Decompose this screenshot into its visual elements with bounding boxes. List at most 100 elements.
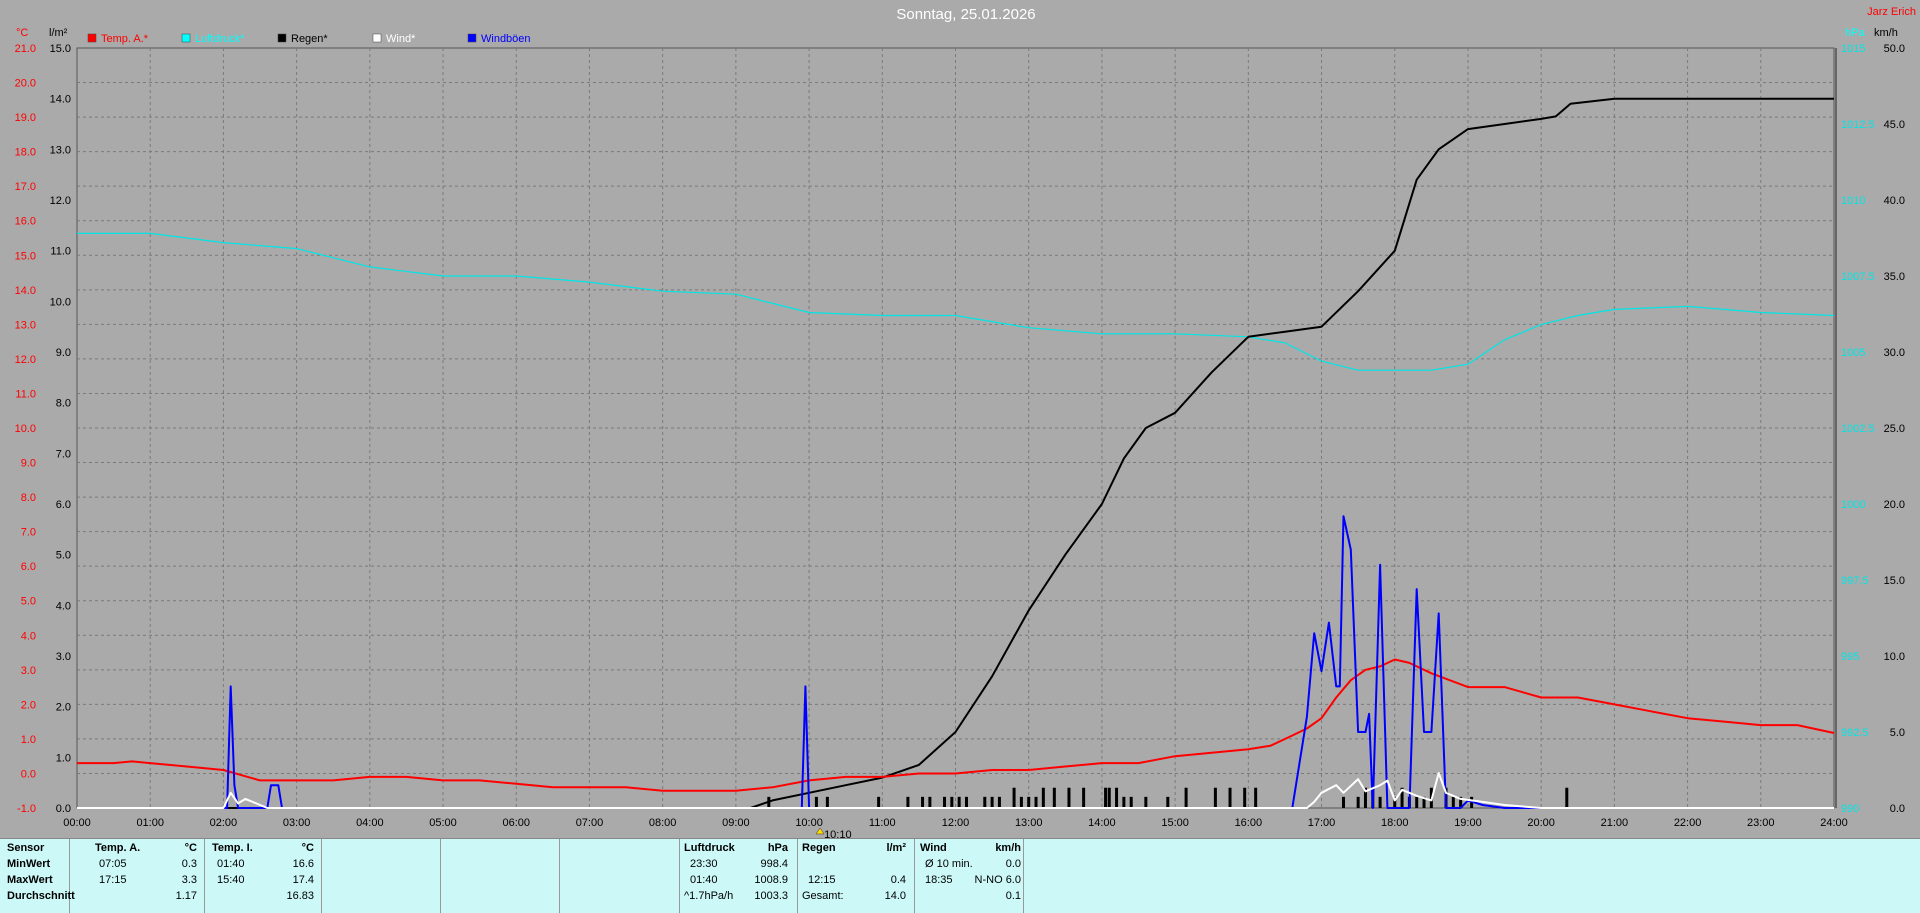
x-tick-label: 18:00 (1381, 817, 1409, 829)
rain-bar (1243, 787, 1247, 808)
legend-swatch (372, 33, 382, 43)
temp-a-min-time: 07:05 (99, 858, 127, 870)
wind-tick-label: 35.0 (1884, 271, 1905, 283)
temp-a-max-val: 3.3 (181, 874, 197, 886)
row-label-max: MaxWert (7, 874, 53, 886)
rain-bar (1415, 796, 1419, 808)
temp-i-avg: 16.83 (286, 890, 314, 902)
temp-i-column: Temp. I. °C 01:40 16.6 15:40 17.4 16.83 (205, 839, 322, 913)
temp-unit-label: °C (16, 27, 28, 39)
pressure-tick-label: 1012.5 (1841, 119, 1875, 131)
legend-label: Regen* (291, 33, 328, 45)
wind-avg: 0.1 (1005, 890, 1021, 902)
rain-bar (1378, 796, 1382, 808)
regen-column: Regen l/m² 12:15 0.4 Gesamt: 14.0 (798, 839, 915, 913)
legend-label: Luftdruck* (195, 33, 245, 45)
pressure-tick-label: 1000 (1841, 499, 1865, 511)
wind-max-val: N-NO 6.0 (974, 874, 1021, 886)
rain-bar (1034, 796, 1038, 808)
pressure-tick-label: 1007.5 (1841, 271, 1875, 283)
rain-max-time: 12:15 (808, 874, 836, 886)
temp-i-max-time: 15:40 (217, 874, 245, 886)
sensor-column: Sensor MinWert MaxWert Durchschnitt (0, 839, 75, 913)
rain-bar (1027, 796, 1031, 808)
weather-chart: Sonntag, 25.01.2026 Jarz Erich °C l/m² h… (15, 6, 1916, 838)
rain-bar (1129, 796, 1133, 808)
legend-swatch (467, 33, 477, 43)
pressure-title: Luftdruck (684, 842, 735, 854)
rain-tick-label: 0.0 (56, 803, 71, 815)
x-tick-label: 22:00 (1674, 817, 1702, 829)
rain-bar (983, 796, 987, 808)
rain-bar (1184, 787, 1188, 808)
rain-bar (1122, 796, 1126, 808)
row-label-min: MinWert (7, 858, 51, 870)
rain-bar (1052, 787, 1056, 808)
rain-bar (877, 796, 881, 808)
legend-label: Wind* (386, 33, 416, 45)
x-tick-label: 12:00 (942, 817, 970, 829)
legend-label: Windböen (481, 33, 531, 45)
rain-bar (1254, 787, 1258, 808)
rain-bar (1342, 796, 1346, 808)
temp-a-min-val: 0.3 (181, 858, 197, 870)
x-tick-label: 10:00 (795, 817, 823, 829)
wind-tick-label: 50.0 (1884, 43, 1905, 55)
rain-bar (1213, 787, 1217, 808)
temp-tick-label: 13.0 (15, 319, 36, 331)
x-tick-label: 19:00 (1454, 817, 1482, 829)
x-tick-label: 05:00 (429, 817, 457, 829)
pressure-max-time: 01:40 (690, 874, 718, 886)
pressure-min-val: 998.4 (760, 858, 788, 870)
temp-tick-label: 3.0 (21, 665, 36, 677)
pressure-tick-label: 992.5 (1841, 727, 1869, 739)
wind-tick-label: 5.0 (1890, 727, 1905, 739)
x-tick-label: 08:00 (649, 817, 677, 829)
pressure-trend: ^1.7hPa/h (684, 890, 734, 902)
temp-tick-label: 6.0 (21, 561, 36, 573)
legend-label: Temp. A.* (101, 33, 149, 45)
rain-bar (1041, 787, 1045, 808)
temp-tick-label: 17.0 (15, 181, 36, 193)
x-axis-ticks: 00:00 01:00 02:00 03:00 04:00 05:00 06:00 07:00… (63, 817, 1848, 829)
temp-tick-label: 7.0 (21, 527, 36, 539)
wind-tick-label: 45.0 (1884, 119, 1905, 131)
temp-i-max-val: 17.4 (292, 874, 314, 886)
rain-bar (957, 796, 961, 808)
rain-bar (943, 796, 947, 808)
temp-tick-label: 15.0 (15, 250, 36, 262)
rain-bar (964, 796, 968, 808)
rain-tick-label: 13.0 (50, 144, 71, 156)
x-tick-label: 14:00 (1088, 817, 1116, 829)
x-tick-label: 17:00 (1308, 817, 1336, 829)
temp-tick-label: 10.0 (15, 423, 36, 435)
x-tick-label: 02:00 (210, 817, 238, 829)
wind-tick-label: 20.0 (1884, 499, 1905, 511)
pressure-tick-label: 1005 (1841, 347, 1865, 359)
temp-tick-label: 18.0 (15, 147, 36, 159)
rain-bar (928, 796, 932, 808)
rain-tick-label: 3.0 (56, 651, 71, 663)
pressure-tick-label: 997.5 (1841, 575, 1869, 587)
rain-bar (814, 796, 818, 808)
rain-bar (950, 796, 954, 808)
rain-bar (1451, 796, 1455, 808)
legend-swatch (87, 33, 97, 43)
wind-avg-val: 0.0 (1005, 858, 1021, 870)
temp-tick-label: 2.0 (21, 699, 36, 711)
rain-bar (1144, 796, 1148, 808)
pressure-unit-label: hPa (1845, 27, 1865, 39)
chart-title: Sonntag, 25.01.2026 (896, 6, 1035, 23)
x-tick-label: 00:00 (63, 817, 91, 829)
pressure-max-val: 1008.9 (754, 874, 788, 886)
x-tick-label: 07:00 (576, 817, 604, 829)
temp-tick-label: 5.0 (21, 596, 36, 608)
temp-a-title: Temp. A. (95, 842, 141, 854)
time-marker: 10:10 (815, 827, 852, 838)
rain-bar (1356, 796, 1360, 808)
wind-tick-label: 40.0 (1884, 195, 1905, 207)
rain-tick-label: 11.0 (50, 246, 71, 258)
rain-tick-label: 7.0 (56, 448, 71, 460)
temp-tick-label: 21.0 (15, 43, 36, 55)
rain-bar (1019, 796, 1023, 808)
